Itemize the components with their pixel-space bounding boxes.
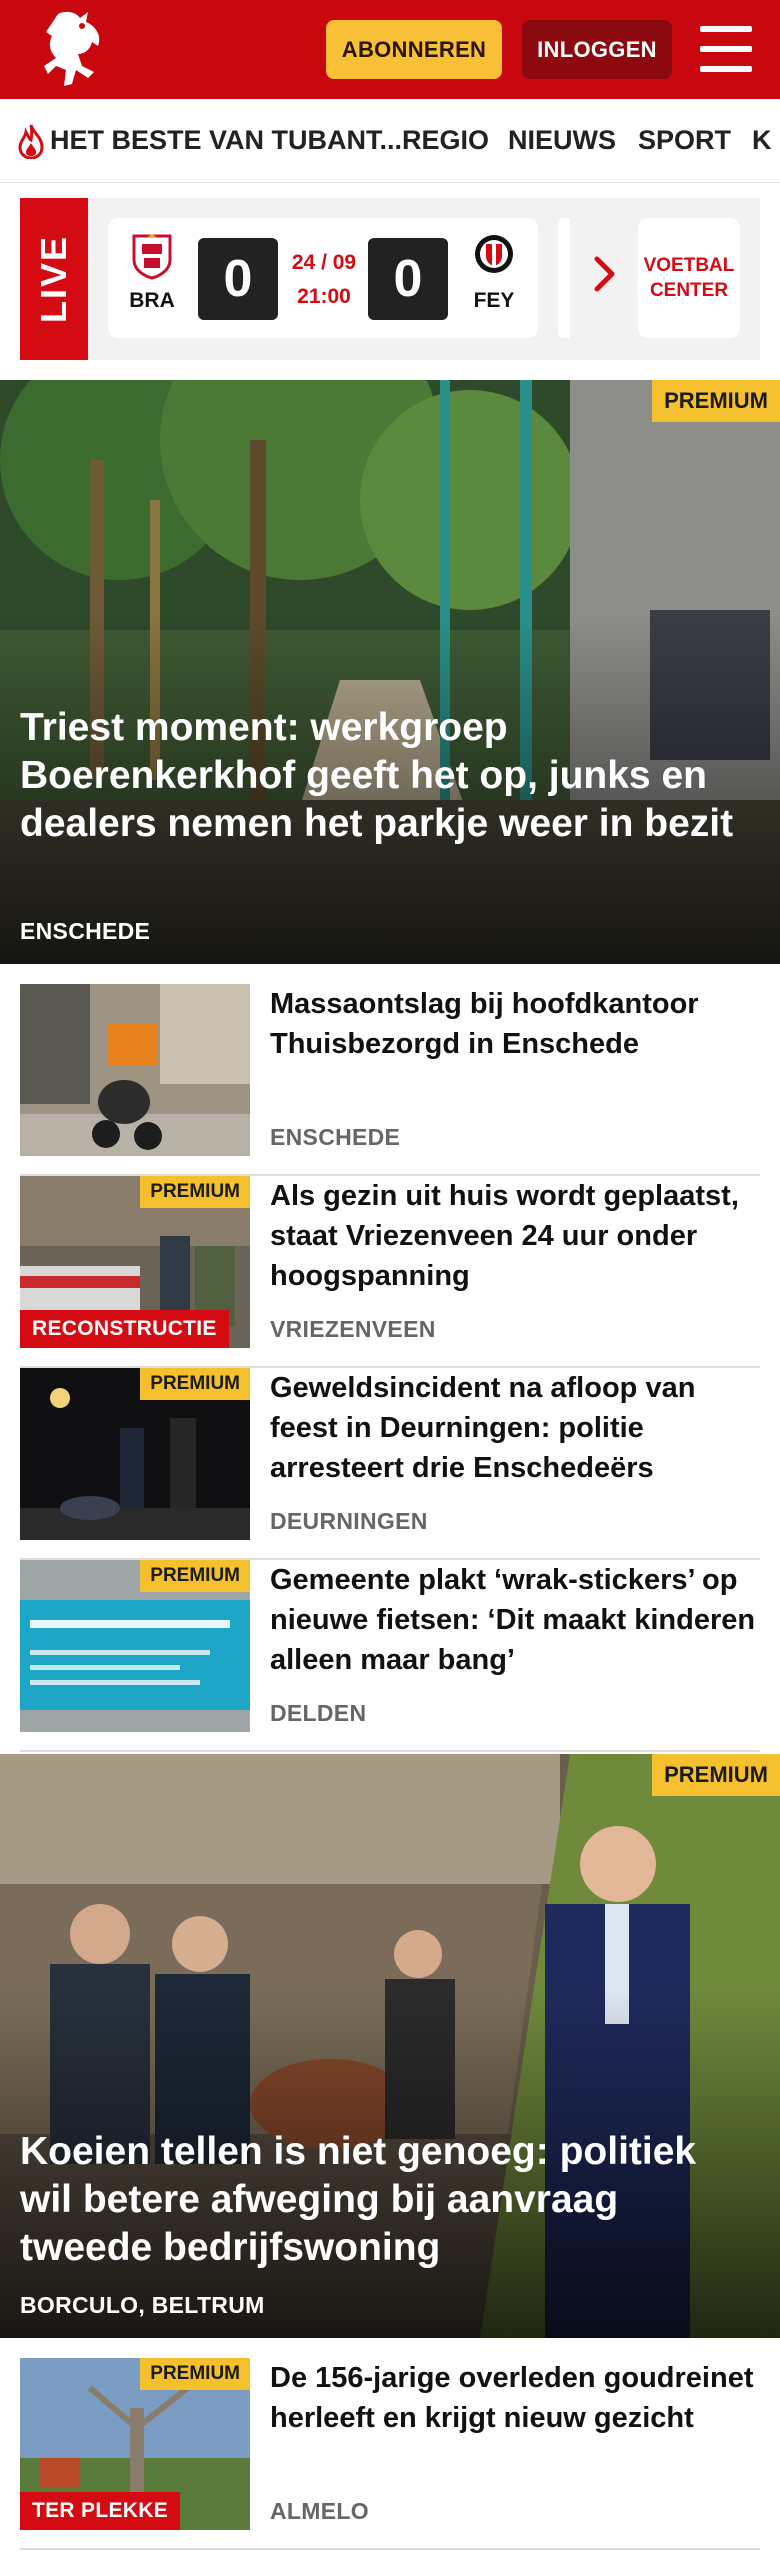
match-time: 21:00 bbox=[297, 285, 351, 308]
site-header: ABONNEREN INLOGGEN bbox=[0, 0, 780, 99]
premium-badge: PREMIUM bbox=[652, 1754, 780, 1796]
live-scores-widget: LIVE BRA 0 24 / 09 21:00 0 FEY VOETBAL C… bbox=[20, 198, 760, 360]
premium-badge: PREMIUM bbox=[140, 2358, 250, 2390]
away-team: FEY bbox=[464, 232, 524, 313]
login-button[interactable]: INLOGGEN bbox=[522, 20, 672, 79]
delivery-scooter-photo bbox=[20, 984, 250, 1156]
hero-location: BORCULO, BELTRUM bbox=[20, 2292, 265, 2318]
flame-icon bbox=[18, 124, 44, 159]
article-location: DEURNINGEN bbox=[270, 1508, 428, 1534]
list-item[interactable]: PREMIUM Geweldsincident na afloop van fe… bbox=[20, 1368, 760, 1560]
home-team: BRA bbox=[122, 232, 182, 313]
home-score: 0 bbox=[198, 238, 278, 320]
voetbal-center-line1: VOETBAL bbox=[643, 255, 735, 276]
category-badge: TER PLEKKE bbox=[20, 2492, 181, 2530]
article-title[interactable]: Als gezin uit huis wordt geplaatst, staa… bbox=[270, 1176, 760, 1296]
hamburger-menu-icon[interactable] bbox=[700, 26, 752, 72]
list-item[interactable]: Massaontslag bij hoofdkantoor Thuisbezor… bbox=[20, 984, 760, 1176]
match-datetime: 24 / 09 21:00 bbox=[284, 246, 364, 314]
feyenoord-crest-icon bbox=[475, 235, 513, 273]
nav-item-het-beste[interactable]: HET BESTE VAN TUBANT... bbox=[50, 125, 402, 156]
hero-title[interactable]: Koeien tellen is niet genoeg: politiek w… bbox=[20, 2128, 752, 2272]
list-item[interactable]: PREMIUM Gemeente plakt ‘wrak-stickers’ o… bbox=[20, 1560, 760, 1752]
article-location: DELDEN bbox=[270, 1700, 367, 1726]
article-location: ALMELO bbox=[270, 2498, 369, 2524]
tubantia-horse-logo-icon[interactable] bbox=[36, 8, 108, 92]
match-card[interactable]: BRA 0 24 / 09 21:00 0 FEY bbox=[108, 218, 538, 338]
subscribe-button[interactable]: ABONNEREN bbox=[326, 20, 502, 79]
premium-badge: PREMIUM bbox=[140, 1560, 250, 1592]
premium-badge: PREMIUM bbox=[652, 380, 780, 422]
section-nav: HET BESTE VAN TUBANT... REGIO NIEUWS SPO… bbox=[0, 99, 780, 183]
article-thumbnail: PREMIUM TER PLEKKE bbox=[20, 2358, 250, 2530]
premium-badge: PREMIUM bbox=[140, 1176, 250, 1208]
nav-item-regio[interactable]: REGIO bbox=[402, 125, 489, 156]
category-badge: RECONSTRUCTIE bbox=[20, 1310, 229, 1348]
braga-crest-icon bbox=[132, 234, 172, 280]
nav-item-sport[interactable]: SPORT bbox=[638, 125, 731, 156]
away-score: 0 bbox=[368, 238, 448, 320]
next-match-card-edge[interactable] bbox=[558, 218, 570, 338]
match-date: 24 / 09 bbox=[291, 251, 357, 274]
article-thumbnail: PREMIUM bbox=[20, 1368, 250, 1540]
nav-item-truncated[interactable]: K bbox=[752, 125, 772, 156]
hero-title[interactable]: Triest moment: werkgroep Boerenkerkhof g… bbox=[20, 704, 752, 848]
list-item[interactable]: PREMIUM RECONSTRUCTIE Als gezin uit huis… bbox=[20, 1176, 760, 1368]
article-thumbnail: PREMIUM bbox=[20, 1560, 250, 1732]
article-title[interactable]: Massaontslag bij hoofdkantoor Thuisbezor… bbox=[270, 984, 760, 1064]
article-thumbnail: PREMIUM RECONSTRUCTIE bbox=[20, 1176, 250, 1348]
home-team-abbr: BRA bbox=[129, 289, 175, 312]
nav-item-nieuws[interactable]: NIEUWS bbox=[508, 125, 616, 156]
hero-article-boerenkerkhof[interactable]: PREMIUM Triest moment: werkgroep Boerenk… bbox=[0, 380, 780, 964]
article-title[interactable]: Geweldsincident na afloop van feest in D… bbox=[270, 1368, 760, 1488]
voetbal-center-line2: CENTER bbox=[649, 280, 729, 301]
article-title[interactable]: De 156-jarige overleden goudreinet herle… bbox=[270, 2358, 760, 2438]
hero-location: ENSCHEDE bbox=[20, 918, 151, 944]
away-team-abbr: FEY bbox=[473, 289, 515, 312]
list-item[interactable]: PREMIUM TER PLEKKE De 156-jarige overled… bbox=[20, 2358, 760, 2550]
voetbal-center-link[interactable]: VOETBAL CENTER bbox=[638, 218, 740, 338]
article-location: VRIEZENVEEN bbox=[270, 1316, 436, 1342]
article-title[interactable]: Gemeente plakt ‘wrak-stickers’ op nieuwe… bbox=[270, 1560, 760, 1680]
hero-article-bedrijfswoning[interactable]: PREMIUM Koeien tellen is niet genoeg: po… bbox=[0, 1754, 780, 2338]
premium-badge: PREMIUM bbox=[140, 1368, 250, 1400]
live-tag: LIVE bbox=[20, 198, 88, 360]
article-thumbnail bbox=[20, 984, 250, 1156]
chevron-right-icon[interactable] bbox=[592, 254, 618, 294]
article-location: ENSCHEDE bbox=[270, 1124, 401, 1150]
